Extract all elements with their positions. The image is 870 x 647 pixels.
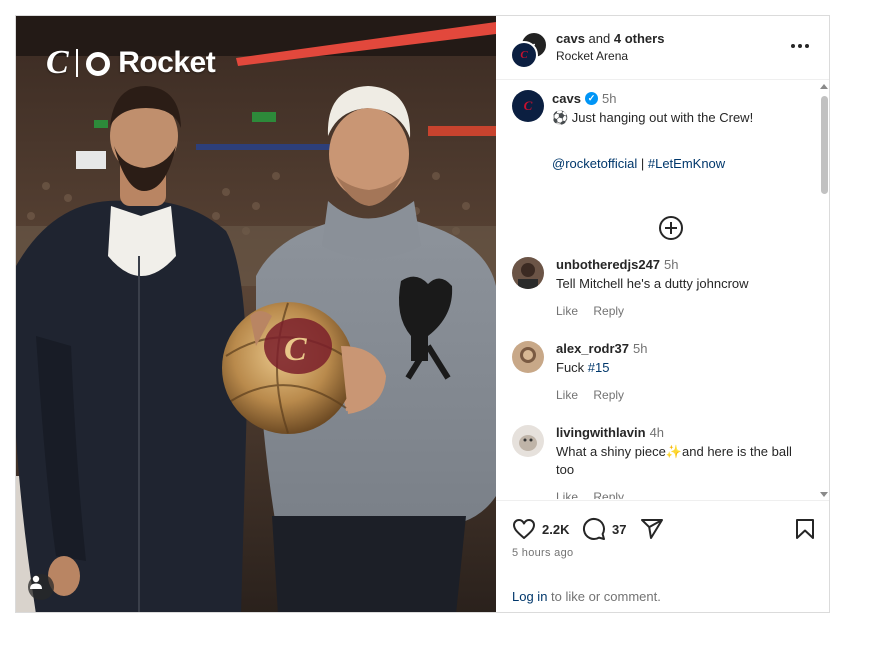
- comment-item: alex_rodr37 5h Fuck #15 Like Reply: [512, 341, 802, 411]
- post-location[interactable]: Rocket Arena: [556, 49, 628, 63]
- share-icon[interactable]: [640, 517, 664, 541]
- comment-time: 5h: [633, 341, 648, 356]
- caption-username[interactable]: cavs: [552, 91, 581, 106]
- comment-text: Fuck #15: [556, 360, 610, 375]
- wordmark-divider: [76, 49, 79, 77]
- login-prompt-text: to like or comment.: [547, 589, 661, 604]
- post-footer: 2.2K 37 5 hours ago Log in to like or co…: [496, 500, 829, 612]
- comment-item: unbotheredjs247 5h Tell Mitchell he's a d…: [512, 257, 802, 327]
- comment-reply-button[interactable]: Reply: [593, 304, 624, 318]
- comment-avatar[interactable]: [512, 257, 544, 289]
- caption-tags: @rocketofficial | #LetEmKnow: [552, 156, 725, 171]
- user-tag-icon: [30, 575, 42, 589]
- hashtag-link[interactable]: #LetEmKnow: [648, 156, 725, 171]
- comment-text: What a shiny piece✨and here is the ball …: [556, 444, 792, 477]
- comment-avatar[interactable]: [512, 425, 544, 457]
- post-photo[interactable]: C C Rocket: [16, 16, 496, 612]
- scroll-thumb[interactable]: [821, 96, 828, 194]
- author-link[interactable]: cavs: [556, 31, 585, 46]
- post-authors: cavs and 4 others: [556, 31, 664, 46]
- comment-reply-button[interactable]: Reply: [593, 490, 624, 499]
- others-link[interactable]: 4 others: [614, 31, 665, 46]
- comment-time: 5h: [664, 257, 679, 272]
- comment-icon[interactable]: [582, 517, 606, 541]
- post-header: · C cavs and 4 others Rocket Arena: [496, 16, 829, 80]
- rocket-wordmark-text: Rocket: [118, 46, 216, 79]
- comments-section: C cavs ✓ 5h ⚽ Just hanging out with the …: [496, 80, 829, 499]
- post-side-panel: · C cavs and 4 others Rocket Arena C cav…: [496, 16, 829, 612]
- comment-username[interactable]: unbotheredjs247 5h: [556, 257, 679, 272]
- comment-like-button[interactable]: Like: [556, 490, 578, 499]
- authors-joiner: and: [588, 31, 611, 46]
- mention-link[interactable]: @rocketofficial: [552, 156, 637, 171]
- bookmark-icon[interactable]: [793, 517, 817, 541]
- comment-actions: Like Reply: [556, 388, 636, 402]
- tag-separator: |: [640, 156, 645, 171]
- comment-like-button[interactable]: Like: [556, 388, 578, 402]
- cavs-logo: C: [46, 44, 69, 81]
- comment-hashtag-link[interactable]: #15: [588, 360, 610, 375]
- comments-scrollbar[interactable]: [819, 82, 829, 497]
- verified-badge-icon: ✓: [585, 92, 598, 105]
- caption-text: ⚽ Just hanging out with the Crew!: [552, 110, 754, 125]
- more-options-button[interactable]: [791, 38, 811, 54]
- comment-actions: Like Reply: [556, 304, 636, 318]
- comment-item: livingwithlavin 4h What a shiny piece✨and…: [512, 425, 802, 499]
- like-count[interactable]: 2.2K: [542, 522, 569, 537]
- comment-time: 4h: [649, 425, 665, 440]
- rocket-wordmark: C Rocket: [46, 44, 216, 82]
- caption-avatar[interactable]: C: [512, 90, 544, 122]
- plus-circle-icon[interactable]: [659, 216, 683, 240]
- more-icon: [791, 44, 795, 48]
- rocket-o-icon: [86, 52, 111, 76]
- comment-avatar[interactable]: [512, 341, 544, 373]
- collab-avatars[interactable]: · C: [510, 31, 548, 69]
- svg-text:C: C: [284, 331, 307, 368]
- caption-time: 5h: [602, 91, 617, 106]
- comment-like-button[interactable]: Like: [556, 304, 578, 318]
- comment-actions: Like Reply: [556, 490, 636, 499]
- comment-reply-button[interactable]: Reply: [593, 388, 624, 402]
- comment-text: Tell Mitchell he's a dutty johncrow: [556, 276, 749, 291]
- collab-avatar-cavs: C: [510, 41, 538, 69]
- action-bar: 2.2K 37: [512, 517, 817, 541]
- instagram-embed: C C Rocket · C cavs and: [15, 15, 830, 613]
- user-icon[interactable]: [28, 574, 54, 600]
- comment-username[interactable]: livingwithlavin 4h: [556, 425, 664, 440]
- comment-username[interactable]: alex_rodr37 5h: [556, 341, 647, 356]
- post-time-ago[interactable]: 5 hours ago: [512, 547, 573, 559]
- login-link[interactable]: Log in: [512, 589, 547, 604]
- login-prompt: Log in to like or comment.: [512, 589, 661, 604]
- scroll-up-arrow-icon[interactable]: [820, 84, 828, 89]
- scroll-down-arrow-icon[interactable]: [820, 492, 828, 497]
- comment-count[interactable]: 37: [612, 522, 626, 537]
- photo-illustration: C: [16, 16, 496, 612]
- heart-icon[interactable]: [512, 517, 536, 541]
